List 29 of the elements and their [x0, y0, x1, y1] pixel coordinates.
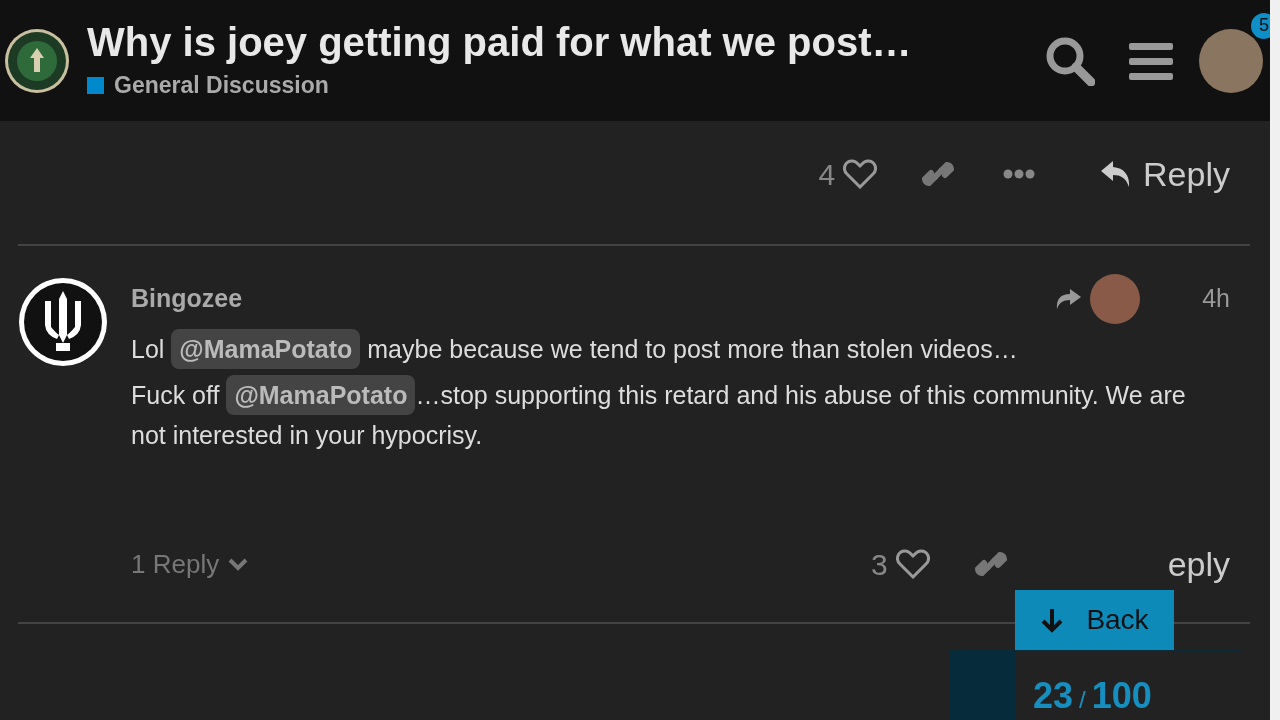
scrollbar[interactable] — [1270, 0, 1280, 720]
menu-icon[interactable] — [1129, 40, 1173, 81]
more-icon — [1003, 169, 1036, 179]
timeline-scrollbar[interactable] — [950, 651, 1016, 720]
reply-to-avatar[interactable] — [1090, 274, 1141, 324]
reply-button[interactable]: Reply — [1099, 148, 1230, 200]
trident-avatar[interactable] — [18, 277, 108, 367]
reply-to-arrow-icon — [1054, 287, 1083, 311]
heart-icon — [895, 549, 930, 579]
search-icon[interactable] — [1045, 35, 1095, 86]
reply-button[interactable]: eply — [1167, 538, 1230, 590]
like-button[interactable]: 4 — [818, 151, 878, 197]
category-link[interactable]: General Discussion — [114, 68, 329, 103]
chevron-down-icon — [227, 557, 250, 571]
heart-icon — [843, 159, 878, 189]
back-button[interactable]: Back — [1015, 590, 1174, 650]
like-button[interactable]: 3 — [870, 541, 930, 587]
user-mention[interactable]: @MamaPotato — [171, 329, 361, 369]
post-paragraph: Lol @MamaPotato maybe because we tend to post more than stolen videos… — [131, 329, 1211, 369]
arrow-down-icon — [1040, 607, 1065, 633]
replies-toggle[interactable]: 1 Reply — [131, 544, 250, 584]
post-time[interactable]: 4h — [1202, 280, 1230, 318]
post-paragraph: Fuck off @MamaPotato …stop supporting this retard and his abuse of this community. We are not interested in your hypocrisy. — [131, 375, 1211, 455]
post-counter: 23 / 100 — [1033, 674, 1152, 718]
user-mention[interactable]: @MamaPotato — [226, 375, 416, 415]
username[interactable]: Bingozee — [131, 280, 243, 318]
topic-title[interactable]: Why is joey getting paid for what we post… — [87, 18, 1045, 67]
more-button[interactable] — [1003, 169, 1036, 179]
site-logo[interactable] — [4, 27, 70, 94]
